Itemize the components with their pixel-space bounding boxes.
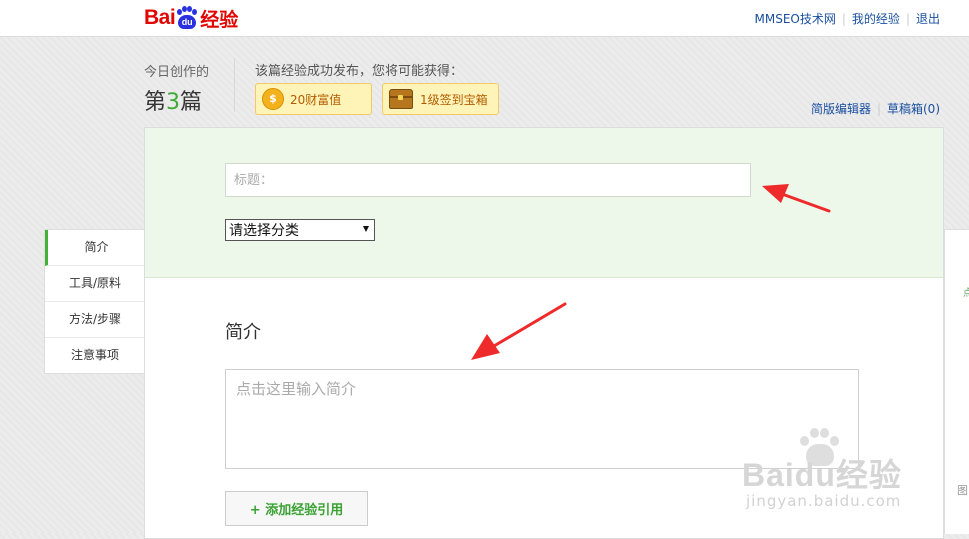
category-select[interactable]: 请选择分类	[225, 219, 375, 241]
title-area: 请选择分类	[145, 128, 943, 278]
simple-editor-link[interactable]: 简版编辑器	[811, 102, 871, 116]
watermark-url: jingyan.baidu.com	[746, 492, 902, 510]
watermark-text: Baidu经验	[742, 457, 902, 493]
top-bar: Bai du 经验 MMSEO技术网 | 我的经验 | 退出	[0, 0, 969, 37]
category-select-value: 请选择分类	[229, 223, 299, 239]
paw-icon: du	[176, 6, 198, 30]
chest-badge: 1级签到宝箱	[382, 83, 499, 115]
coin-icon: $	[262, 88, 284, 110]
right-panel: 点 图	[944, 229, 969, 534]
logo-bai-text: Bai	[144, 6, 176, 29]
today-count-number: 3	[166, 90, 181, 115]
divider	[234, 58, 235, 112]
treasure-chest-icon	[389, 89, 413, 109]
left-nav: 简介 工具/原料 方法/步骤 注意事项	[44, 229, 145, 374]
my-experience-link[interactable]: 我的经验	[852, 12, 900, 26]
add-reference-button[interactable]: + 添加经验引用	[225, 491, 368, 526]
nav-item-tools[interactable]: 工具/原料	[45, 266, 145, 302]
drafts-link[interactable]: 草稿箱(0)	[887, 102, 940, 116]
dropdown-arrow-icon	[363, 226, 369, 232]
nav-item-intro[interactable]: 简介	[45, 230, 145, 266]
intro-heading: 简介	[225, 322, 261, 343]
today-label: 今日创作的	[144, 65, 210, 80]
logo-du-text: du	[178, 15, 197, 29]
reward-title: 该篇经验成功发布，您将可能获得：	[255, 64, 464, 79]
right-panel-fragment-2: 图	[957, 484, 968, 497]
right-panel-fragment: 点	[963, 288, 969, 299]
editor-links: 简版编辑器 | 草稿箱(0)	[810, 102, 940, 116]
wealth-label: 20财富值	[290, 92, 342, 107]
nav-item-steps[interactable]: 方法/步骤	[45, 302, 145, 338]
today-count: 第3篇	[144, 90, 203, 115]
logo-jingyan-text: 经验	[200, 8, 239, 31]
mmseo-link[interactable]: MMSEO技术网	[755, 12, 836, 26]
logout-link[interactable]: 退出	[916, 12, 940, 26]
chest-label: 1级签到宝箱	[420, 92, 488, 107]
baidu-jingyan-logo[interactable]: Bai du 经验	[144, 4, 238, 32]
wealth-badge: $ 20财富值	[255, 83, 372, 115]
top-links: MMSEO技术网 | 我的经验 | 退出	[754, 12, 940, 26]
nav-item-notes[interactable]: 注意事项	[45, 338, 145, 373]
title-input[interactable]	[225, 163, 751, 197]
